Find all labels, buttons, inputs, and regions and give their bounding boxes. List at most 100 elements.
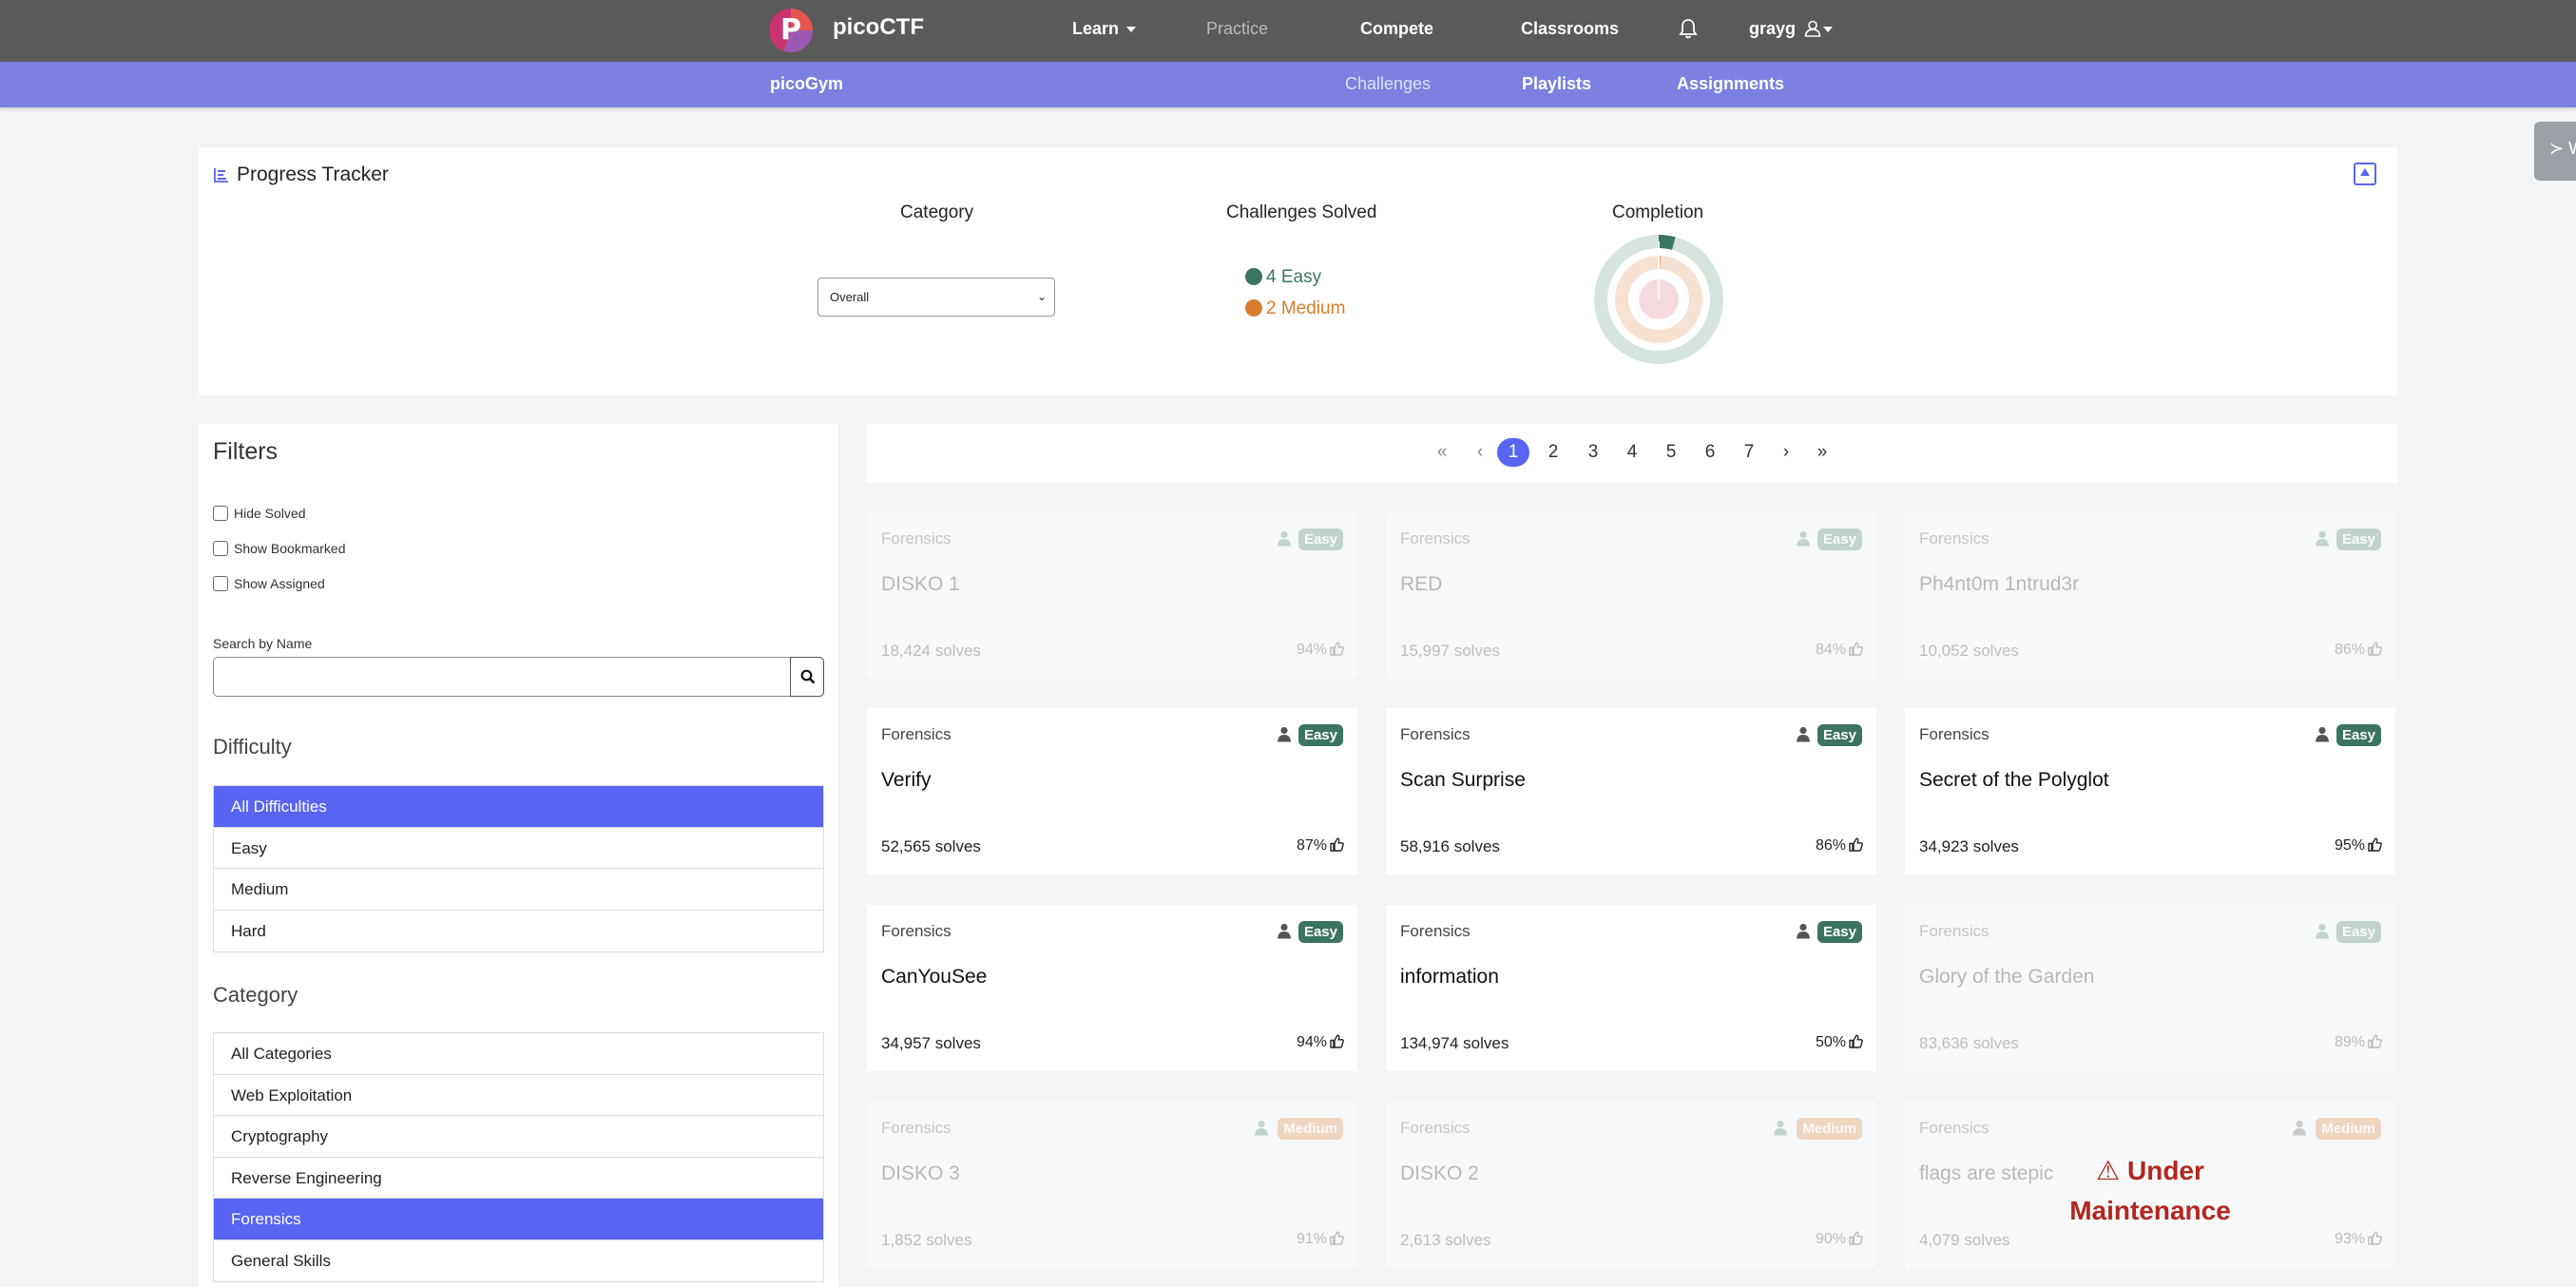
card-rating: 84% (1816, 642, 1863, 659)
thumbs-up-icon (1327, 1034, 1344, 1050)
card-category: Forensics (1919, 922, 1990, 940)
show-assigned-checkbox[interactable]: Show Assigned (213, 576, 325, 591)
difficulty-badge: Easy (1298, 528, 1343, 550)
user-check-icon (2315, 923, 2330, 939)
search-button[interactable] (790, 657, 824, 697)
category-web-exploitation[interactable]: Web Exploitation (214, 1075, 823, 1116)
challenge-card[interactable]: Forensics Easy Ph4nt0m 1ntrud3r 10,052 solv… (1905, 512, 2395, 679)
challenge-card[interactable]: Forensics Easy Scan Surprise 58,916 solves 8… (1386, 708, 1876, 874)
user-icon (1796, 726, 1811, 742)
page-1[interactable]: 1 (1497, 438, 1529, 467)
tab-playlists[interactable]: Playlists (1522, 74, 1591, 94)
challenge-card[interactable]: Forensics Easy CanYouSee 34,957 solves 94% (867, 905, 1357, 1071)
page-4[interactable]: 4 (1618, 442, 1646, 463)
card-title: Verify (881, 769, 932, 791)
thumbs-up-icon (1846, 837, 1863, 854)
bell-icon[interactable] (1679, 19, 1698, 40)
card-rating-value: 93% (2334, 1231, 2365, 1247)
checkbox-box[interactable] (213, 541, 228, 556)
category-forensics[interactable]: Forensics (214, 1199, 823, 1240)
page-7[interactable]: 7 (1735, 442, 1763, 463)
nav-compete[interactable]: Compete (1360, 19, 1433, 39)
card-title: Scan Surprise (1400, 769, 1526, 791)
checkbox-box[interactable] (213, 576, 228, 591)
nav-practice[interactable]: Practice (1206, 19, 1268, 39)
checkbox-box[interactable] (213, 506, 228, 521)
difficulty-easy[interactable]: Easy (214, 828, 823, 869)
category-reverse-engineering[interactable]: Reverse Engineering (214, 1158, 823, 1199)
category-list: All Categories Web Exploitation Cryptogr… (213, 1032, 824, 1282)
tab-challenges[interactable]: Challenges (1345, 74, 1431, 94)
search-input[interactable] (213, 657, 824, 697)
challenge-card[interactable]: Forensics Easy Secret of the Polyglot 34,92… (1905, 708, 2395, 874)
card-category: Forensics (1400, 529, 1471, 547)
card-rating: 94% (1297, 1034, 1344, 1051)
card-category: Forensics (881, 725, 952, 743)
user-icon (1277, 923, 1292, 939)
difficulty-all[interactable]: All Difficulties (214, 786, 823, 828)
show-assigned-label: Show Assigned (234, 576, 325, 591)
challenge-card[interactable]: Forensics Medium DISKO 3 1,852 solves 91% (867, 1102, 1357, 1268)
thumbs-up-icon (1846, 1231, 1863, 1247)
thumbs-up-icon (1327, 642, 1344, 658)
brand-name[interactable]: picoCTF (833, 14, 924, 41)
card-solves: 34,923 solves (1919, 837, 2019, 855)
collapse-icon[interactable] (2354, 163, 2376, 185)
challenge-card[interactable]: Forensics Easy Glory of the Garden 83,636 s… (1905, 905, 2395, 1071)
difficulty-badge: Medium (1278, 1118, 1343, 1140)
thumbs-up-icon (1846, 1034, 1863, 1050)
difficulty-hard[interactable]: Hard (214, 911, 823, 952)
category-general-skills[interactable]: General Skills (214, 1240, 823, 1282)
difficulty-medium[interactable]: Medium (214, 869, 823, 911)
category-select[interactable]: Overall ⌄ (817, 278, 1055, 317)
page-6[interactable]: 6 (1696, 442, 1724, 463)
card-solves: 34,957 solves (881, 1034, 981, 1052)
card-rating: 89% (2335, 1034, 2382, 1051)
card-category: Forensics (881, 922, 952, 940)
user-icon (1804, 20, 1821, 37)
nav-user[interactable]: grayg (1749, 19, 1834, 39)
page-2[interactable]: 2 (1539, 442, 1567, 463)
card-rating-value: 94% (1296, 642, 1327, 658)
challenge-card[interactable]: Forensics Medium DISKO 2 2,613 solves 90% (1386, 1102, 1876, 1268)
nav-classrooms[interactable]: Classrooms (1521, 19, 1619, 39)
page-next[interactable]: › (1772, 442, 1800, 463)
card-rating: 91% (1297, 1231, 1344, 1248)
user-check-icon (1796, 530, 1811, 547)
search-label: Search by Name (213, 636, 313, 651)
challenge-card[interactable]: Forensics Easy Verify 52,565 solves 87% (867, 708, 1357, 874)
card-title: RED (1400, 573, 1443, 595)
page-5[interactable]: 5 (1657, 442, 1685, 463)
picogym-brand[interactable]: picoGym (770, 74, 843, 94)
card-solves: 83,636 solves (1919, 1034, 2019, 1052)
challenge-card[interactable]: Forensics Easy DISKO 1 18,424 solves 94% (867, 512, 1357, 679)
logo-letter: P (780, 13, 801, 47)
challenges-solved-header: Challenges Solved (1226, 202, 1377, 222)
hide-solved-label: Hide Solved (234, 506, 306, 521)
category-all[interactable]: All Categories (214, 1033, 823, 1075)
difficulty-badge: Easy (2336, 921, 2381, 943)
challenge-card[interactable]: Forensics Easy RED 15,997 solves 84% (1386, 512, 1876, 679)
progress-tracker-panel: Progress Tracker Category Challenges Sol… (199, 147, 2397, 395)
card-category: Forensics (881, 1119, 952, 1137)
legend-medium-label: 2 Medium (1266, 298, 1346, 318)
show-bookmarked-checkbox[interactable]: Show Bookmarked (213, 541, 346, 556)
terminal-side-tab[interactable]: ≻ W (2534, 122, 2576, 181)
tab-assignments[interactable]: Assignments (1677, 74, 1784, 94)
card-category: Forensics (1919, 529, 1990, 547)
picoctf-logo[interactable]: P (769, 9, 813, 52)
page-3[interactable]: 3 (1579, 442, 1607, 463)
challenge-card[interactable]: Forensics Medium flags are stepic 4,079 sol… (1905, 1102, 2395, 1268)
category-cryptography[interactable]: Cryptography (214, 1116, 823, 1158)
difficulty-badge: Easy (1817, 921, 1862, 943)
category-header: Category (900, 202, 974, 222)
card-title: Ph4nt0m 1ntrud3r (1919, 573, 2080, 595)
card-rating-value: 95% (2334, 837, 2365, 854)
user-check-icon (1277, 530, 1292, 547)
hide-solved-checkbox[interactable]: Hide Solved (213, 506, 306, 521)
challenge-card[interactable]: Forensics Easy information 134,974 solves 50… (1386, 905, 1876, 1071)
nav-learn[interactable]: Learn (1072, 19, 1137, 39)
page-prev[interactable]: ‹ (1466, 442, 1494, 463)
page-first[interactable]: « (1428, 442, 1456, 463)
page-last[interactable]: » (1808, 442, 1836, 463)
